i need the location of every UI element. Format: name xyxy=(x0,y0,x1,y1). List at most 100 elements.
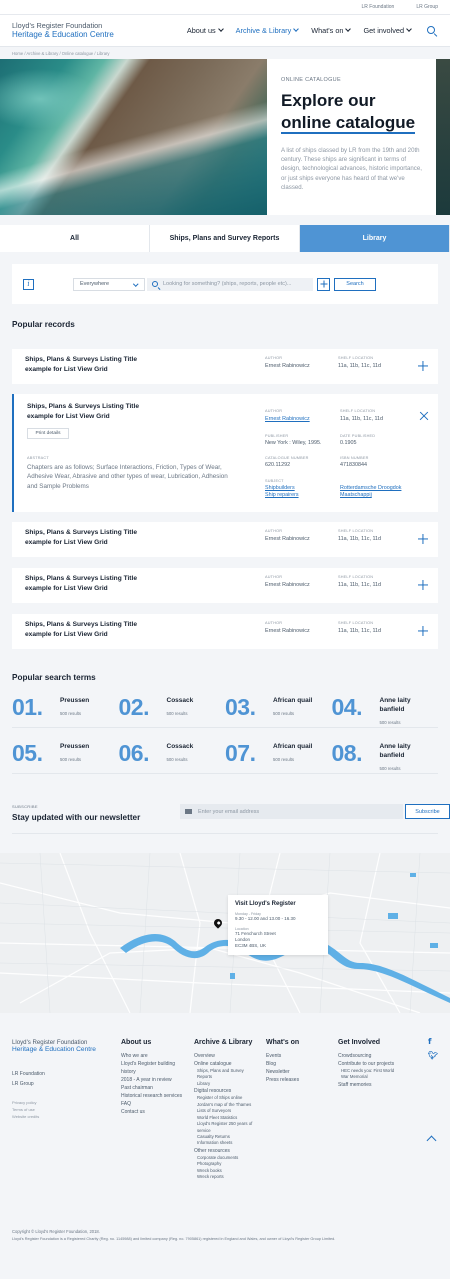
footer-col-archive: Archive & Library Overview Online catalo… xyxy=(194,1039,260,1181)
author-link[interactable]: Ernest Rabinowicz xyxy=(265,416,310,422)
tab-ships-plans[interactable]: Ships, Plans and Survey Reports xyxy=(150,225,300,252)
record-card[interactable]: Ships, Plans & Surveys Listing Title exam… xyxy=(12,614,438,649)
record-card-expanded[interactable]: Ships, Plans & Surveys Listing Title exam… xyxy=(12,394,438,512)
nav-about-us[interactable]: About us xyxy=(187,26,224,35)
search-icon[interactable] xyxy=(426,25,438,37)
footer-link-lr-foundation[interactable]: LR Foundation xyxy=(12,1071,45,1077)
search-term-item[interactable]: 08. Anne laity banfield 500 results xyxy=(331,742,438,774)
popular-records-heading: Popular records xyxy=(12,320,75,329)
term-results: 500 results xyxy=(379,719,401,725)
search-term-item[interactable]: 05. Preussen 500 results xyxy=(12,742,119,774)
nav-get-involved[interactable]: Get involved xyxy=(363,26,412,35)
footer-link[interactable]: Events xyxy=(266,1052,330,1060)
subscribe-button[interactable]: Subscribe xyxy=(405,804,450,819)
facebook-icon[interactable]: f xyxy=(428,1037,431,1046)
author-label: AUTHOR xyxy=(265,409,283,413)
footer-link[interactable]: Who we are xyxy=(121,1052,189,1060)
term-results: 500 results xyxy=(166,756,188,762)
hero-kicker: ONLINE CATALOGUE xyxy=(281,77,341,83)
search-term-item[interactable]: 04. Anne laity banfield 500 results xyxy=(331,696,438,728)
term-number: 06. xyxy=(118,740,150,766)
email-field[interactable]: Enter your email address xyxy=(180,804,403,819)
expand-plus-icon[interactable] xyxy=(418,626,428,636)
close-icon[interactable] xyxy=(419,411,428,420)
author-label: AUTHOR xyxy=(265,575,283,579)
term-results: 500 results xyxy=(273,710,295,716)
chevron-down-icon xyxy=(406,26,412,32)
footer-link[interactable]: Press releases xyxy=(266,1076,330,1084)
site-logo[interactable]: Lloyd's Register Foundation Heritage & E… xyxy=(12,21,114,40)
footer-link[interactable]: Overview xyxy=(194,1052,260,1060)
record-title: Ships, Plans & Surveys Listing Title exam… xyxy=(27,403,140,420)
record-card[interactable]: Ships, Plans & Surveys Listing Title exam… xyxy=(12,522,438,557)
location-map[interactable]: Visit Lloyd's Register Monday - Friday 9… xyxy=(0,853,450,1013)
website-credits-link[interactable]: Website credits xyxy=(12,1114,39,1119)
footer-link[interactable]: Blog xyxy=(266,1060,330,1068)
term-name: Preussen xyxy=(60,697,90,704)
tab-all[interactable]: All xyxy=(0,225,150,252)
footer-link-lr-group[interactable]: LR Group xyxy=(12,1081,34,1087)
search-term-item[interactable]: 03. African quail 500 results xyxy=(225,696,332,728)
footer-link[interactable]: Staff memories xyxy=(338,1081,418,1089)
search-term-item[interactable]: 02. Cossack 500 results xyxy=(118,696,225,728)
page-title-line-2: online catalogue xyxy=(281,113,416,135)
footer-link[interactable]: Historical research services xyxy=(121,1092,189,1100)
site-footer: Lloyd's Register Foundation Heritage & E… xyxy=(0,1013,450,1279)
footer-logo[interactable]: Lloyd's Register Foundation Heritage & E… xyxy=(12,1039,96,1054)
footer-sublink[interactable]: Ships, Plans and Survey Reports xyxy=(194,1068,260,1081)
expand-plus-icon[interactable] xyxy=(418,534,428,544)
footer-sublink[interactable]: Wreck reports xyxy=(194,1174,260,1180)
footer-col-get-involved: Get Involved Crowdsourcing Contribute to… xyxy=(338,1039,418,1089)
search-term-item[interactable]: 06. Cossack 500 results xyxy=(118,740,225,774)
footer-link[interactable]: Newsletter xyxy=(266,1068,330,1076)
footer-link[interactable]: Other resources xyxy=(194,1147,260,1155)
subject-link[interactable]: Rotterdamsche Droogdok xyxy=(340,485,401,491)
print-details-button[interactable]: Print details xyxy=(27,428,69,439)
subject-link[interactable]: Maatschappij xyxy=(340,492,372,498)
expand-plus-icon[interactable] xyxy=(418,361,428,371)
terms-link[interactable]: Terms of use xyxy=(12,1107,35,1112)
record-card[interactable]: Ships, Plans & Surveys Listing Title exam… xyxy=(12,349,438,384)
search-button[interactable]: Search xyxy=(334,277,376,291)
breadcrumb[interactable]: Home / Archive & Library / Online catalo… xyxy=(0,47,450,59)
util-link-lr-group[interactable]: LR Group xyxy=(416,4,438,10)
footer-sublink[interactable]: HEC needs you: First World War Memorial xyxy=(338,1068,400,1081)
footer-involved-heading: Get Involved xyxy=(338,1039,381,1046)
twitter-icon[interactable]: 🐦︎ xyxy=(428,1051,438,1060)
privacy-policy-link[interactable]: Privacy policy xyxy=(12,1100,36,1105)
term-name: African quail xyxy=(273,697,313,704)
tab-library[interactable]: Library xyxy=(300,225,450,252)
util-link-lr-foundation[interactable]: LR Foundation xyxy=(362,4,395,10)
chevron-down-icon xyxy=(132,280,138,286)
footer-link[interactable]: Digital resources xyxy=(194,1087,260,1095)
footer-link[interactable]: Contact us xyxy=(121,1108,189,1116)
scope-select[interactable]: Everywhere xyxy=(73,277,145,291)
advanced-search-plus-button[interactable] xyxy=(317,277,330,291)
record-card[interactable]: Ships, Plans & Surveys Listing Title exam… xyxy=(12,568,438,603)
page-title-line-1: Explore our xyxy=(281,91,376,110)
author-value: Ernest Rabinowicz xyxy=(265,582,310,588)
search-input[interactable]: Looking for something? (ships, reports, … xyxy=(147,277,313,291)
shelf-value: 11a, 11b, 11c, 11d xyxy=(338,536,382,542)
nav-whats-on[interactable]: What's on xyxy=(311,26,352,35)
footer-link[interactable]: Online catalogue xyxy=(194,1060,260,1068)
footer-link[interactable]: Crowdsourcing xyxy=(338,1052,418,1060)
search-term-item[interactable]: 01. Preussen 500 results xyxy=(12,696,119,728)
footer-sublink[interactable]: Lloyd's Register 250 years of service xyxy=(194,1121,260,1134)
info-icon[interactable]: i xyxy=(23,278,34,290)
footer-link[interactable]: 2018 - A year in review xyxy=(121,1076,189,1084)
back-to-top-icon[interactable] xyxy=(426,1135,437,1146)
footer-link[interactable]: Lloyd's Register building history xyxy=(121,1060,189,1076)
subject-link[interactable]: Ship repairers xyxy=(265,492,299,498)
subject-link[interactable]: Shipbuilders xyxy=(265,485,295,491)
footer-link[interactable]: Contribute to our projects xyxy=(338,1060,418,1068)
footer-link[interactable]: FAQ xyxy=(121,1100,189,1108)
abstract-text: Chapters are as follows; Surface Interac… xyxy=(27,464,228,490)
map-info-card: Visit Lloyd's Register Monday - Friday 9… xyxy=(228,895,328,955)
footer-archive-heading: Archive & Library xyxy=(194,1039,253,1046)
footer-link[interactable]: Past chairman xyxy=(121,1084,189,1092)
search-term-item[interactable]: 07. African quail 500 results xyxy=(225,742,332,774)
nav-archive-library[interactable]: Archive & Library xyxy=(236,26,300,35)
author-label: AUTHOR xyxy=(265,529,283,533)
expand-plus-icon[interactable] xyxy=(418,580,428,590)
